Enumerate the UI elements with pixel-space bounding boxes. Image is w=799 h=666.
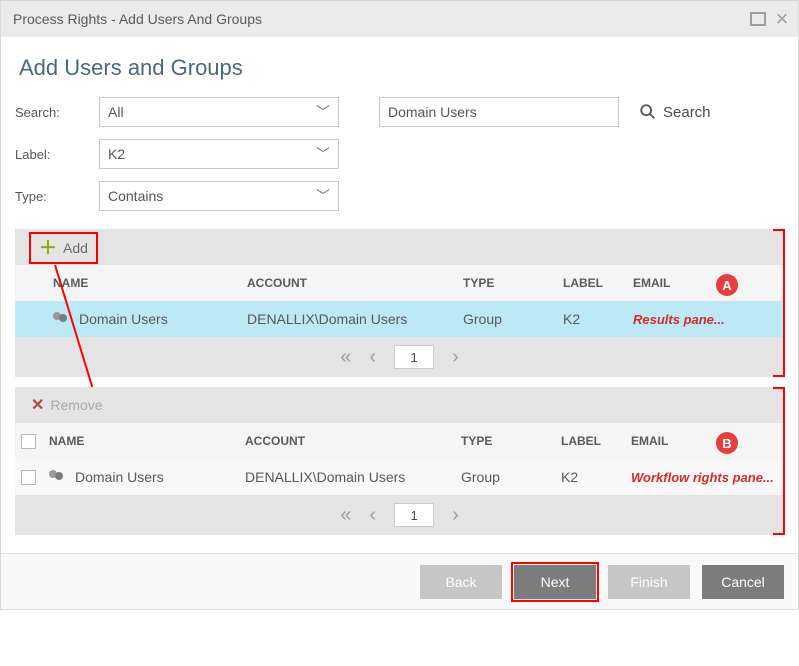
chevron-down-icon: ﹀ <box>316 102 330 122</box>
x-icon: ✕ <box>31 395 44 415</box>
dialog: Process Rights - Add Users And Groups × … <box>0 0 799 610</box>
add-button-label: Add <box>63 240 88 256</box>
page-title: Add Users and Groups <box>19 55 784 81</box>
cell-name: Domain Users <box>79 311 168 327</box>
finish-button: Finish <box>608 565 690 599</box>
cell-label: K2 <box>561 469 631 485</box>
label-label: Label: <box>15 147 99 162</box>
search-query-input[interactable] <box>388 104 610 120</box>
annotation-badge-b: B <box>716 432 738 454</box>
type-label: Type: <box>15 189 99 204</box>
col-name: NAME <box>49 434 245 448</box>
col-account: ACCOUNT <box>247 276 463 290</box>
row-checkbox[interactable] <box>21 470 36 485</box>
filter-bar: Search: All ﹀ Search Label: K2 ﹀ Type: C… <box>15 97 784 211</box>
selected-toolbar: ✕ Remove <box>15 387 784 423</box>
pager-prev-icon[interactable]: ‹ <box>369 346 376 369</box>
plus-icon: ＋ <box>39 241 57 255</box>
results-pane: ＋ Add NAME ACCOUNT TYPE LABEL EMAIL Doma… <box>15 229 784 377</box>
col-label: LABEL <box>561 434 631 448</box>
search-label: Search: <box>15 105 99 120</box>
cell-type: Group <box>461 469 561 485</box>
selected-row[interactable]: Domain Users DENALLIX\Domain Users Group… <box>15 459 784 495</box>
chevron-down-icon: ﹀ <box>316 144 330 164</box>
col-type: TYPE <box>461 434 561 448</box>
titlebar-title: Process Rights - Add Users And Groups <box>13 11 262 27</box>
results-toolbar: ＋ Add <box>15 229 784 265</box>
label-value: K2 <box>108 146 125 162</box>
remove-button-label: Remove <box>50 397 102 413</box>
pager-prev-icon[interactable]: ‹ <box>369 504 376 527</box>
cell-name: Domain Users <box>75 469 164 485</box>
col-name: NAME <box>53 276 247 290</box>
pager-page[interactable]: 1 <box>394 503 434 527</box>
select-all-checkbox[interactable] <box>21 434 36 449</box>
annotation-badge-a: A <box>716 274 738 296</box>
back-button: Back <box>420 565 502 599</box>
pager-next-icon[interactable]: › <box>452 346 459 369</box>
type-value: Contains <box>108 188 163 204</box>
next-button[interactable]: Next <box>514 565 596 599</box>
cell-type: Group <box>463 311 563 327</box>
results-row[interactable]: Domain Users DENALLIX\Domain Users Group… <box>15 301 784 337</box>
selected-header-row: NAME ACCOUNT TYPE LABEL EMAIL <box>15 423 784 459</box>
annotation-bracket-b <box>773 387 785 535</box>
titlebar: Process Rights - Add Users And Groups × <box>1 1 798 37</box>
cell-account: DENALLIX\Domain Users <box>247 311 463 327</box>
selected-pane: ✕ Remove NAME ACCOUNT TYPE LABEL EMAIL D… <box>15 387 784 535</box>
close-icon[interactable]: × <box>772 9 792 29</box>
cell-label: K2 <box>563 311 633 327</box>
chevron-down-icon: ﹀ <box>316 186 330 206</box>
type-select[interactable]: Contains ﹀ <box>99 181 339 211</box>
pager-first-icon[interactable]: « <box>340 346 351 369</box>
group-icon <box>53 312 71 326</box>
search-button[interactable]: Search <box>639 103 784 121</box>
search-button-label: Search <box>663 104 711 121</box>
search-query-input-wrap <box>379 97 619 127</box>
results-header-row: NAME ACCOUNT TYPE LABEL EMAIL <box>15 265 784 301</box>
pager-page[interactable]: 1 <box>394 345 434 369</box>
add-button[interactable]: ＋ Add <box>31 236 96 260</box>
group-icon <box>49 470 67 484</box>
search-scope-value: All <box>108 104 124 120</box>
annotation-bracket-a <box>773 229 785 377</box>
col-account: ACCOUNT <box>245 434 461 448</box>
pager-first-icon[interactable]: « <box>340 504 351 527</box>
search-icon <box>639 103 657 121</box>
search-scope-select[interactable]: All ﹀ <box>99 97 339 127</box>
label-select[interactable]: K2 ﹀ <box>99 139 339 169</box>
pager-next-icon[interactable]: › <box>452 504 459 527</box>
footer: Back Next Finish Cancel <box>1 553 798 609</box>
results-pager: « ‹ 1 › <box>15 337 784 377</box>
cancel-button[interactable]: Cancel <box>702 565 784 599</box>
col-type: TYPE <box>463 276 563 290</box>
col-label: LABEL <box>563 276 633 290</box>
selected-pager: « ‹ 1 › <box>15 495 784 535</box>
remove-button: ✕ Remove <box>23 391 111 419</box>
maximize-icon[interactable] <box>748 9 768 29</box>
cell-account: DENALLIX\Domain Users <box>245 469 461 485</box>
